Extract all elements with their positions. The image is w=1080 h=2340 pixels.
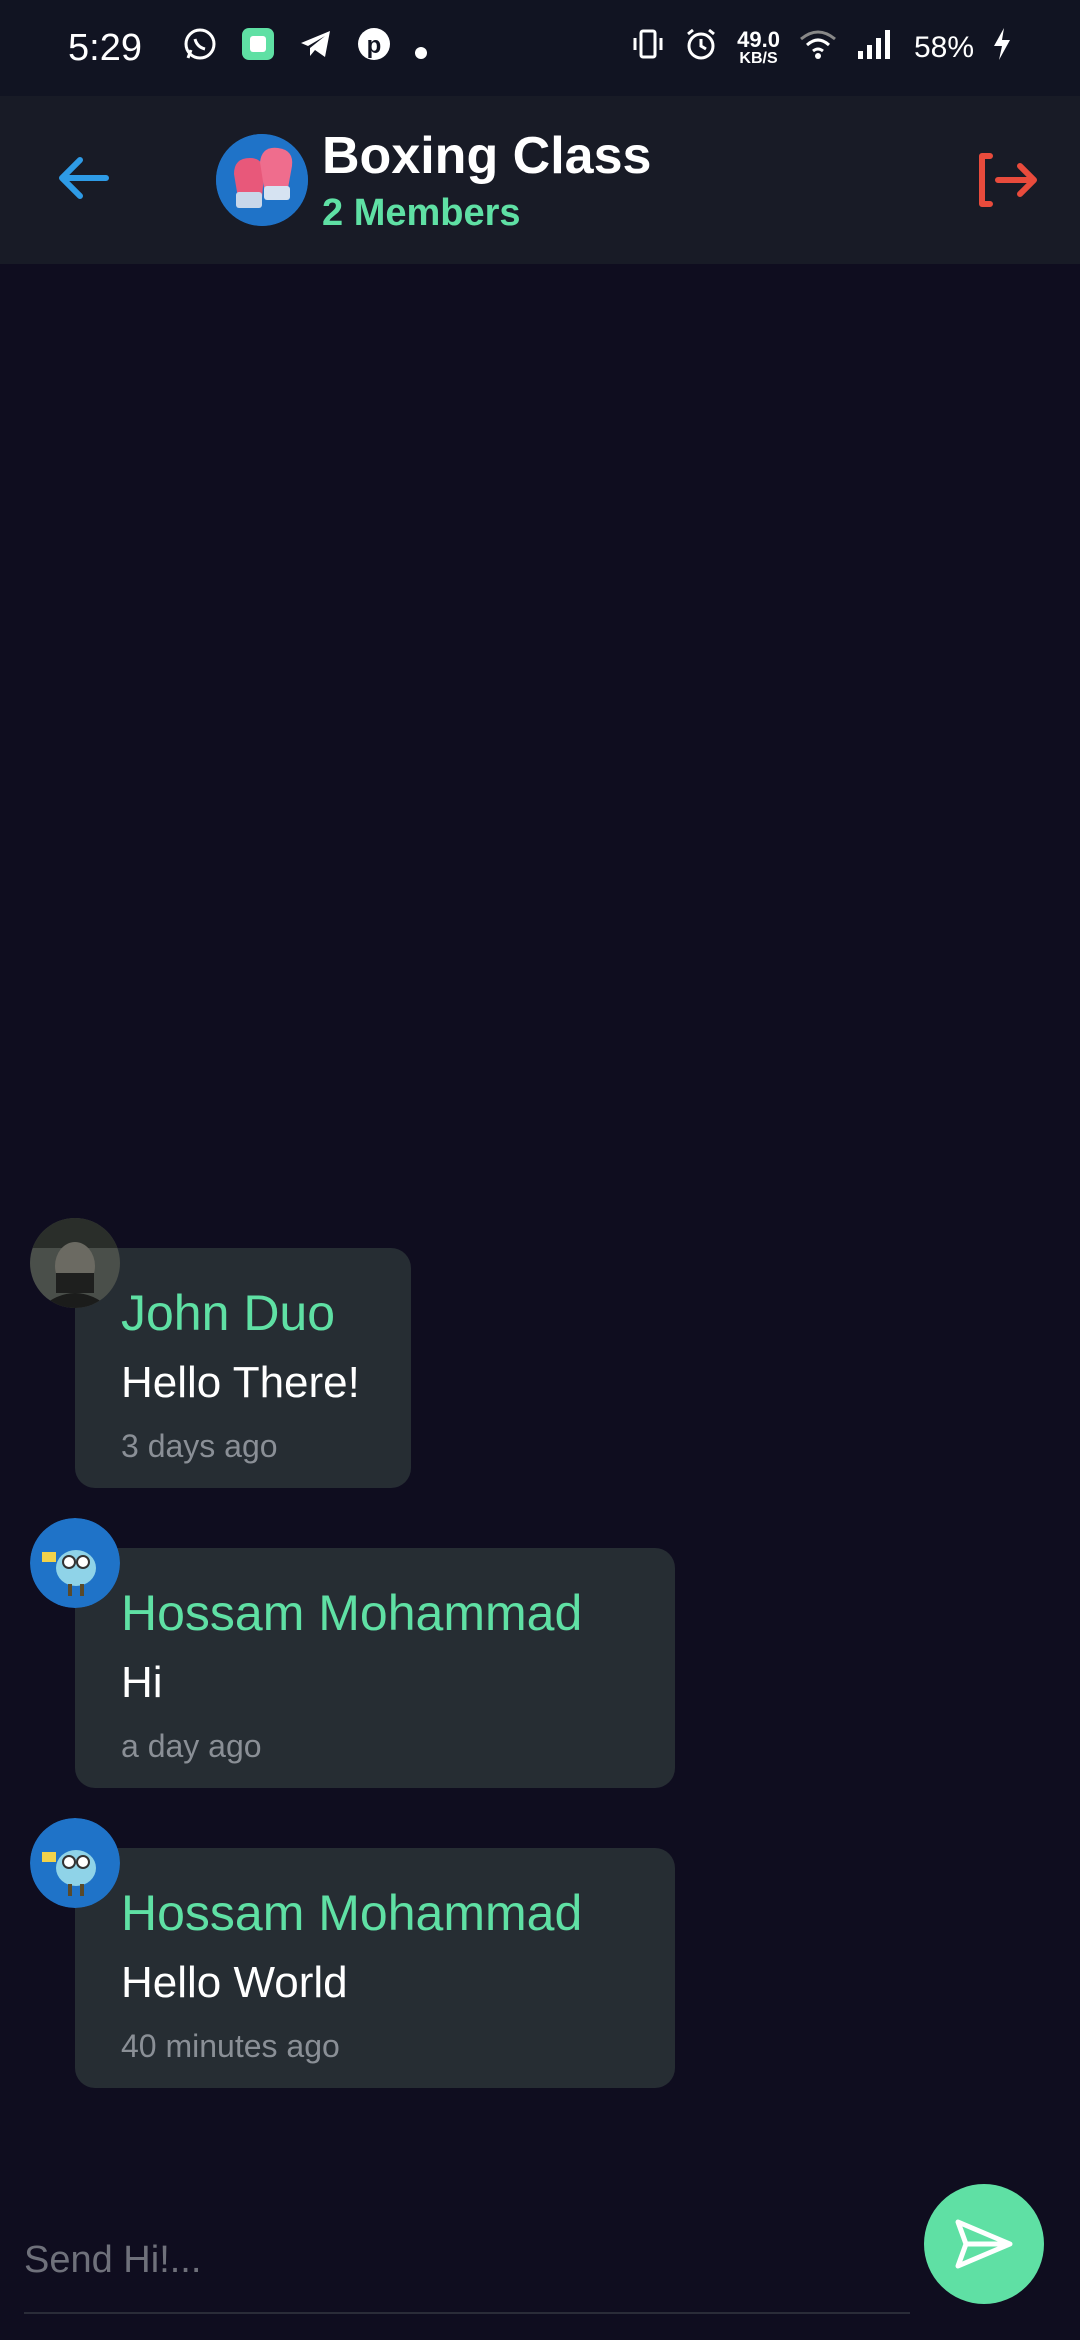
message-text: Hello There! bbox=[121, 1358, 360, 1407]
chat-screen: 5:29 p 49.0 KB/S 58% Boxing Class 2 Memb… bbox=[0, 0, 1080, 2340]
message-time: 3 days ago bbox=[121, 1428, 278, 1464]
message-sender: John Duo bbox=[121, 1285, 336, 1341]
boxing-gloves-icon bbox=[216, 134, 308, 226]
whatsapp-icon bbox=[182, 26, 218, 71]
status-right: 49.0 KB/S 58% bbox=[631, 26, 1012, 71]
message-composer bbox=[0, 2180, 1080, 2340]
message-bubble[interactable]: John Duo Hello There! 3 days ago bbox=[75, 1248, 411, 1488]
message-item: Hossam Mohammad Hello World 40 minutes a… bbox=[0, 1818, 1080, 2088]
message-time: a day ago bbox=[121, 1728, 262, 1764]
vibrate-icon bbox=[631, 27, 665, 70]
net-speed-value: 49.0 bbox=[737, 27, 780, 52]
dot-icon bbox=[414, 27, 428, 69]
chat-app-bar: Boxing Class 2 Members bbox=[0, 96, 1080, 264]
message-bubble[interactable]: Hossam Mohammad Hi a day ago bbox=[75, 1548, 675, 1788]
status-bar: 5:29 p 49.0 KB/S 58% bbox=[0, 0, 1080, 96]
message-item: John Duo Hello There! 3 days ago bbox=[0, 1218, 1080, 1488]
message-input[interactable] bbox=[24, 2220, 910, 2300]
status-left: 5:29 p bbox=[68, 26, 428, 71]
input-underline bbox=[24, 2312, 910, 2314]
wifi-icon bbox=[798, 27, 838, 70]
avatar[interactable] bbox=[30, 1818, 120, 1908]
message-bubble[interactable]: Hossam Mohammad Hello World 40 minutes a… bbox=[75, 1848, 675, 2088]
message-item: Hossam Mohammad Hi a day ago bbox=[0, 1518, 1080, 1788]
net-speed-unit: KB/S bbox=[739, 50, 778, 67]
group-avatar[interactable] bbox=[216, 134, 308, 226]
group-title: Boxing Class bbox=[322, 127, 652, 185]
message-sender: Hossam Mohammad bbox=[121, 1585, 583, 1641]
net-speed: 49.0 KB/S bbox=[737, 29, 780, 67]
signal-icon bbox=[856, 27, 896, 70]
alarm-icon bbox=[683, 26, 719, 71]
status-time: 5:29 bbox=[68, 26, 142, 69]
leave-group-button[interactable] bbox=[976, 148, 1040, 212]
leave-icon bbox=[979, 153, 1037, 207]
message-time: 40 minutes ago bbox=[121, 2028, 340, 2064]
avatar[interactable] bbox=[30, 1518, 120, 1608]
pinterest-icon: p bbox=[356, 26, 392, 71]
telegram-icon bbox=[298, 26, 334, 71]
message-sender: Hossam Mohammad bbox=[121, 1885, 583, 1941]
avatar[interactable] bbox=[30, 1218, 120, 1308]
charging-icon bbox=[992, 26, 1012, 71]
arrow-left-icon bbox=[59, 157, 109, 199]
svg-text:p: p bbox=[367, 32, 382, 59]
back-button[interactable] bbox=[52, 146, 116, 210]
battery-percent: 58% bbox=[913, 31, 974, 64]
send-button[interactable] bbox=[924, 2184, 1044, 2304]
app-icon bbox=[240, 26, 276, 71]
message-text: Hi bbox=[121, 1658, 163, 1707]
member-count: 2 Members bbox=[322, 192, 521, 234]
send-icon bbox=[955, 2219, 1013, 2269]
message-text: Hello World bbox=[121, 1958, 348, 2007]
